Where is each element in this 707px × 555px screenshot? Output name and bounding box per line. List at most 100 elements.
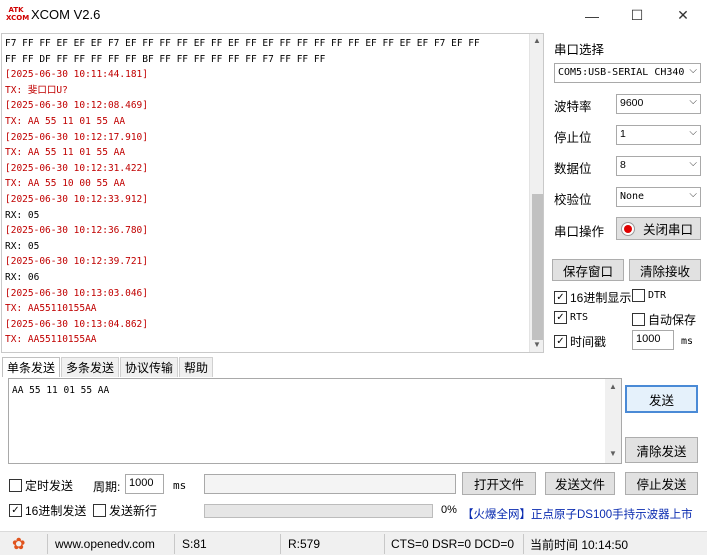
send-button[interactable]: 发送 (625, 385, 698, 413)
timed-send-checkbox[interactable]: 定时发送 (9, 477, 73, 494)
line-status: CTS=0 DSR=0 DCD=0 (391, 537, 515, 551)
port-select-label: 串口选择 (554, 43, 605, 57)
send-tabs: 单条发送 多条发送 协议传输 帮助 (2, 357, 214, 377)
chevron-down-icon: ⌵ (689, 127, 697, 138)
stop-bits-label: 停止位 (554, 131, 592, 145)
auto-save-checkbox[interactable]: 自动保存 (632, 311, 696, 328)
ad-link[interactable]: 【火爆全网】正点原子DS100手持示波器上市 (462, 506, 693, 522)
dtr-checkbox[interactable]: DTR (632, 289, 666, 302)
send-newline-checkbox[interactable]: 发送新行 (93, 502, 157, 519)
port-select[interactable]: COM5:USB-SERIAL CH340 ⌵ (554, 63, 701, 83)
scroll-up-icon[interactable]: ▲ (533, 36, 541, 45)
received-count: R:579 (288, 537, 321, 551)
checkbox-checked-icon: ✓ (554, 291, 567, 304)
data-bits-select[interactable]: 8 ⌵ (616, 156, 701, 176)
baud-label: 波特率 (554, 100, 592, 114)
receive-area[interactable]: F7 FF FF EF EF EF F7 EF FF FF FF EF FF E… (1, 33, 544, 353)
save-window-button[interactable]: 保存窗口 (552, 259, 624, 281)
open-file-button[interactable]: 打开文件 (462, 472, 536, 495)
hex-display-checkbox[interactable]: ✓ 16进制显示 (554, 289, 631, 306)
app-logo-icon: ATK XCOM (6, 6, 30, 22)
log-line: TX: AA55110155AA (5, 334, 97, 346)
tab-single-send[interactable]: 单条发送 (2, 357, 61, 377)
scroll-thumb[interactable] (532, 194, 543, 340)
close-button[interactable]: ✕ (660, 0, 706, 31)
period-unit-label: ms (173, 479, 187, 492)
log-timestamp: [2025-06-30 10:12:39.721] (5, 256, 148, 268)
log-line: RX: 05 (5, 209, 40, 221)
period-input[interactable]: 1000 (125, 474, 164, 494)
scroll-down-icon[interactable]: ▼ (533, 340, 541, 349)
log-line: TX: AA55110155AA (5, 303, 97, 315)
clear-receive-button[interactable]: 清除接收 (629, 259, 701, 281)
checkbox-checked-icon: ✓ (9, 504, 22, 517)
log-line: TX: AA 55 10 00 55 AA (5, 178, 126, 190)
record-icon (621, 221, 635, 236)
maximize-button[interactable]: ☐ (614, 0, 660, 31)
log-line: FF FF DF FF FF FF FF FF BF FF FF FF FF F… (5, 53, 326, 65)
ms-unit-label: ms (681, 336, 694, 347)
progress-percent: 0% (441, 504, 457, 516)
baud-select[interactable]: 9600 ⌵ (616, 94, 701, 114)
send-input[interactable]: AA 55 11 01 55 AA ▲ ▼ (8, 378, 622, 464)
port-op-label: 串口操作 (554, 225, 605, 239)
chevron-down-icon: ⌵ (689, 158, 697, 169)
send-input-text: AA 55 11 01 55 AA (12, 385, 110, 396)
log-timestamp: [2025-06-30 10:12:33.912] (5, 193, 148, 205)
serial-settings-panel: 串口选择 COM5:USB-SERIAL CH340 ⌵ 波特率 9600 ⌵ … (548, 33, 707, 353)
log-line: TX: 斐口口U? (5, 84, 68, 96)
log-line: TX: AA 55 11 01 55 AA (5, 115, 126, 127)
log-timestamp: [2025-06-30 10:12:36.780] (5, 225, 148, 237)
stop-send-button[interactable]: 停止发送 (625, 472, 698, 495)
checkbox-checked-icon: ✓ (554, 311, 567, 324)
title-bar: ATK XCOM XCOM V2.6 — ☐ ✕ (0, 0, 707, 31)
parity-label: 校验位 (554, 193, 592, 207)
chevron-down-icon: ⌵ (689, 96, 697, 107)
status-bar: ✿ www.openedv.com S:81 R:579 CTS=0 DSR=0… (0, 531, 707, 555)
chevron-down-icon: ⌵ (689, 65, 697, 76)
log-timestamp: [2025-06-30 10:12:17.910] (5, 131, 148, 143)
log-line: RX: 05 (5, 240, 40, 252)
period-label: 周期: (93, 480, 121, 494)
file-path-input[interactable] (204, 474, 456, 494)
scroll-up-icon[interactable]: ▲ (609, 382, 617, 391)
receive-scrollbar[interactable]: ▲ ▼ (529, 34, 543, 352)
data-bits-label: 数据位 (554, 162, 592, 176)
log-timestamp: [2025-06-30 10:12:31.422] (5, 162, 148, 174)
tab-protocol[interactable]: 协议传输 (120, 357, 179, 377)
chevron-down-icon: ⌵ (689, 189, 697, 200)
log-timestamp: [2025-06-30 10:11:44.181] (5, 69, 148, 81)
close-port-button[interactable]: 关闭串口 (616, 217, 701, 240)
send-file-button[interactable]: 发送文件 (545, 472, 615, 495)
checkbox-unchecked-icon (9, 479, 22, 492)
timestamp-ms-input[interactable]: 1000 (632, 330, 674, 350)
receive-log: F7 FF FF EF EF EF F7 EF FF FF FF EF FF E… (5, 36, 525, 348)
send-scrollbar[interactable]: ▲ ▼ (605, 379, 621, 463)
tab-multi-send[interactable]: 多条发送 (61, 357, 120, 377)
current-time: 当前时间 10:14:50 (530, 537, 629, 552)
log-timestamp: [2025-06-30 10:12:08.469] (5, 100, 148, 112)
minimize-button[interactable]: — (569, 0, 615, 31)
checkbox-unchecked-icon (632, 313, 645, 326)
stop-bits-select[interactable]: 1 ⌵ (616, 125, 701, 145)
log-line: F7 FF FF EF EF EF F7 EF FF FF FF EF FF E… (5, 38, 480, 49)
parity-select[interactable]: None ⌵ (616, 187, 701, 207)
tab-help[interactable]: 帮助 (179, 357, 214, 377)
log-timestamp: [2025-06-30 10:13:04.862] (5, 318, 148, 330)
timestamp-checkbox[interactable]: ✓ 时间戳 (554, 333, 606, 350)
clear-send-button[interactable]: 清除发送 (625, 437, 698, 463)
log-line: TX: AA 55 11 01 55 AA (5, 147, 126, 159)
checkbox-checked-icon: ✓ (554, 335, 567, 348)
log-timestamp: [2025-06-30 10:13:03.046] (5, 287, 148, 299)
checkbox-unchecked-icon (632, 289, 645, 302)
scroll-down-icon[interactable]: ▼ (609, 449, 617, 458)
checkbox-unchecked-icon (93, 504, 106, 517)
hex-send-checkbox[interactable]: ✓ 16进制发送 (9, 502, 86, 519)
send-progress-bar (204, 504, 433, 518)
sent-count: S:81 (182, 537, 207, 551)
website-link[interactable]: www.openedv.com (55, 536, 155, 552)
window-title: XCOM V2.6 (31, 7, 101, 22)
rts-checkbox[interactable]: ✓ RTS (554, 311, 588, 324)
gear-icon[interactable]: ✿ (12, 536, 25, 553)
log-line: RX: 06 (5, 271, 40, 283)
